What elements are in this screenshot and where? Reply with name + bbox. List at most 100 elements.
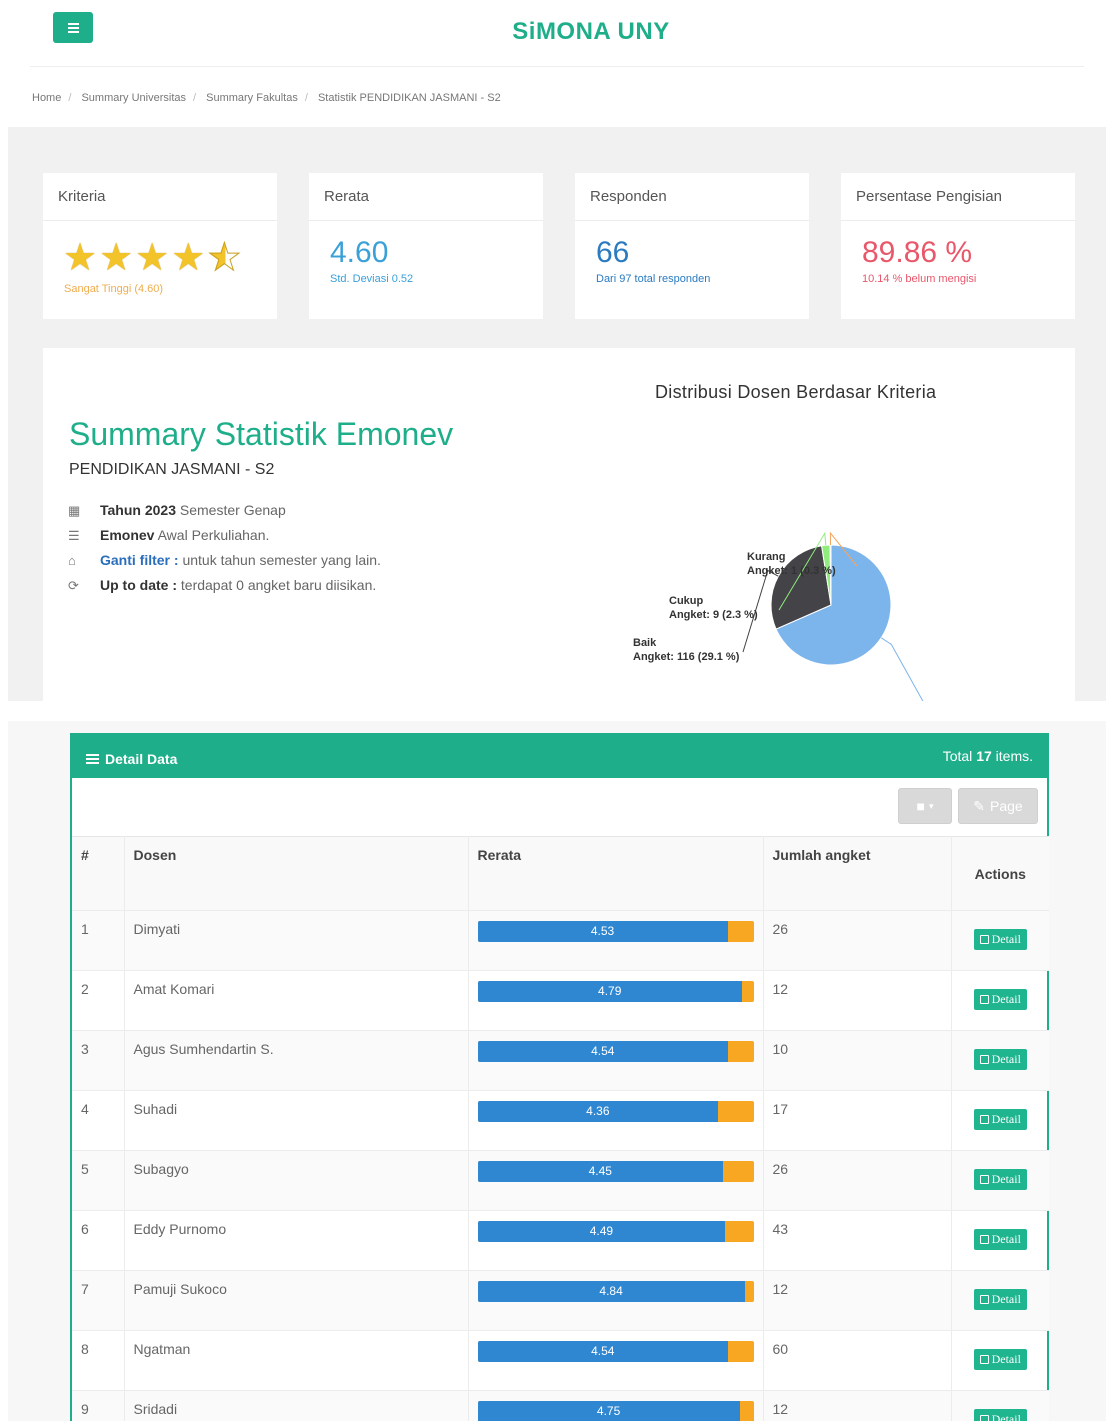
row-number: 6 bbox=[72, 1210, 125, 1271]
detail-icon bbox=[979, 1235, 989, 1244]
summary-subtitle: PENDIDIKAN JASMANI - S2 bbox=[69, 461, 275, 478]
table-header-row: # Dosen Rerata Jumlah angket Actions bbox=[72, 836, 1049, 911]
info-update: ⟳ Up to date : terdapat 0 angket baru dii… bbox=[68, 577, 377, 593]
refresh-icon: ⟳ bbox=[68, 578, 79, 593]
row-jumlah-angket: 43 bbox=[763, 1210, 952, 1271]
detail-button[interactable]: Detail bbox=[973, 1049, 1027, 1070]
list-icon: ☰ bbox=[68, 528, 80, 543]
home-icon: ⌂ bbox=[68, 553, 76, 568]
table-row: 2 Amat Komari 4.79 12 Detail bbox=[72, 970, 1049, 1031]
pie-label-value: Angket: 9 (2.3 %) bbox=[669, 609, 758, 621]
detail-icon bbox=[979, 1055, 989, 1064]
export-button[interactable]: ■ ▾ bbox=[898, 788, 952, 824]
row-actions: Detail bbox=[951, 1390, 1049, 1421]
row-number: 8 bbox=[72, 1330, 125, 1391]
star-icon: ★ bbox=[63, 237, 98, 279]
rerata-bar-fill: 4.75 bbox=[477, 1401, 740, 1421]
card-responden: Responden 66 Dari 97 total responden bbox=[575, 173, 809, 319]
rerata-bar-fill: 4.84 bbox=[477, 1281, 745, 1302]
top-navbar: SiMONA UNY bbox=[0, 0, 1106, 68]
detail-section: Detail Data Total 17 items. ■ ▾ ✎ Page # D… bbox=[8, 721, 1106, 1421]
pie-label-value: Angket: 116 (29.1 %) bbox=[633, 651, 740, 663]
row-jumlah-angket: 17 bbox=[763, 1090, 952, 1151]
table-row: 7 Pamuji Sukoco 4.84 12 Detail bbox=[72, 1270, 1049, 1331]
breadcrumb-home[interactable]: Home bbox=[32, 92, 61, 104]
row-rerata: 4.75 bbox=[468, 1390, 764, 1421]
table-row: 3 Agus Sumhendartin S. 4.54 10 Detail bbox=[72, 1030, 1049, 1091]
detail-icon bbox=[979, 995, 989, 1004]
breadcrumb-fakultas[interactable]: Summary Fakultas bbox=[206, 92, 298, 104]
detail-icon bbox=[979, 1355, 989, 1364]
card-kriteria-title: Kriteria bbox=[43, 173, 277, 221]
page-button[interactable]: ✎ Page bbox=[958, 788, 1038, 824]
row-dosen: Suhadi bbox=[124, 1090, 469, 1151]
row-actions: Detail bbox=[951, 970, 1049, 1031]
row-dosen: Agus Sumhendartin S. bbox=[124, 1030, 469, 1091]
row-rerata: 4.45 bbox=[468, 1150, 764, 1211]
detail-button[interactable]: Detail bbox=[973, 1349, 1027, 1370]
col-dosen[interactable]: Dosen bbox=[124, 836, 469, 911]
row-actions: Detail bbox=[951, 1090, 1049, 1151]
card-responden-sub: Dari 97 total responden bbox=[596, 273, 711, 285]
detail-button[interactable]: Detail bbox=[973, 989, 1027, 1010]
pie-label-name: Baik bbox=[633, 637, 657, 649]
calendar-icon: ▦ bbox=[68, 503, 81, 518]
brand-title[interactable]: SiMONA UNY bbox=[0, 18, 1106, 46]
pie-connector-line bbox=[880, 637, 924, 701]
summary-title: Summary Statistik Emonev bbox=[69, 416, 454, 452]
row-dosen: Pamuji Sukoco bbox=[124, 1270, 469, 1331]
breadcrumb-universitas[interactable]: Summary Universitas bbox=[81, 92, 186, 104]
detail-icon bbox=[979, 1295, 989, 1304]
info-filter: ⌂ Ganti filter : untuk tahun semester yan… bbox=[68, 552, 381, 568]
detail-button[interactable]: Detail bbox=[973, 929, 1027, 950]
row-rerata: 4.54 bbox=[468, 1030, 764, 1091]
row-jumlah-angket: 12 bbox=[763, 970, 952, 1031]
panel-title: Detail Data bbox=[86, 751, 177, 767]
card-persentase-value: 89.86 % bbox=[862, 236, 973, 269]
row-dosen: Sridadi bbox=[124, 1390, 469, 1421]
detail-button[interactable]: Detail bbox=[973, 1409, 1027, 1421]
row-number: 9 bbox=[72, 1390, 125, 1421]
col-rerata[interactable]: Rerata bbox=[468, 836, 764, 911]
row-dosen: Amat Komari bbox=[124, 970, 469, 1031]
table-row: 5 Subagyo 4.45 26 Detail bbox=[72, 1150, 1049, 1211]
table-row: 8 Ngatman 4.54 60 Detail bbox=[72, 1330, 1049, 1391]
detail-icon bbox=[979, 935, 989, 944]
card-responden-title: Responden bbox=[575, 173, 809, 221]
row-rerata: 4.84 bbox=[468, 1270, 764, 1331]
detail-button[interactable]: Detail bbox=[973, 1169, 1027, 1190]
row-number: 3 bbox=[72, 1030, 125, 1091]
rating-stars: ★ ★ ★ ★ ★ bbox=[63, 237, 277, 279]
row-number: 7 bbox=[72, 1270, 125, 1331]
row-rerata: 4.54 bbox=[468, 1330, 764, 1391]
row-actions: Detail bbox=[951, 1270, 1049, 1331]
card-kriteria-label: Sangat Tinggi (4.60) bbox=[64, 283, 164, 295]
col-no[interactable]: # bbox=[72, 836, 125, 911]
detail-button[interactable]: Detail bbox=[973, 1109, 1027, 1130]
row-jumlah-angket: 26 bbox=[763, 1150, 952, 1211]
pencil-icon: ✎ bbox=[973, 797, 986, 814]
row-jumlah-angket: 60 bbox=[763, 1330, 952, 1391]
row-actions: Detail bbox=[951, 1150, 1049, 1211]
rerata-progress-bar: 4.54 bbox=[477, 1041, 754, 1062]
info-tahun: ▦ Tahun 2023 Semester Genap bbox=[68, 502, 286, 518]
rerata-bar-fill: 4.53 bbox=[477, 921, 728, 942]
row-actions: Detail bbox=[951, 1030, 1049, 1091]
detail-icon bbox=[979, 1115, 989, 1124]
summary-panel: Summary Statistik Emonev PENDIDIKAN JASM… bbox=[43, 348, 1075, 701]
row-rerata: 4.79 bbox=[468, 970, 764, 1031]
detail-button[interactable]: Detail bbox=[973, 1289, 1027, 1310]
row-jumlah-angket: 26 bbox=[763, 910, 952, 971]
breadcrumb: Home / Summary Universitas / Summary Fakul… bbox=[32, 92, 501, 104]
chart-title: Distribusi Dosen Berdasar Kriteria bbox=[655, 382, 937, 402]
row-jumlah-angket: 12 bbox=[763, 1390, 952, 1421]
star-icon: ★ bbox=[171, 237, 206, 279]
rerata-progress-bar: 4.54 bbox=[477, 1341, 754, 1362]
breadcrumb-current: Statistik PENDIDIKAN JASMANI - S2 bbox=[317, 92, 501, 104]
detail-button[interactable]: Detail bbox=[973, 1229, 1027, 1250]
ganti-filter-link[interactable]: Ganti filter : bbox=[100, 552, 179, 568]
table-row: 6 Eddy Purnomo 4.49 43 Detail bbox=[72, 1210, 1049, 1271]
col-jumlah-angket[interactable]: Jumlah angket bbox=[763, 836, 952, 911]
rerata-progress-bar: 4.45 bbox=[477, 1161, 754, 1182]
star-icon: ★ bbox=[135, 237, 170, 279]
